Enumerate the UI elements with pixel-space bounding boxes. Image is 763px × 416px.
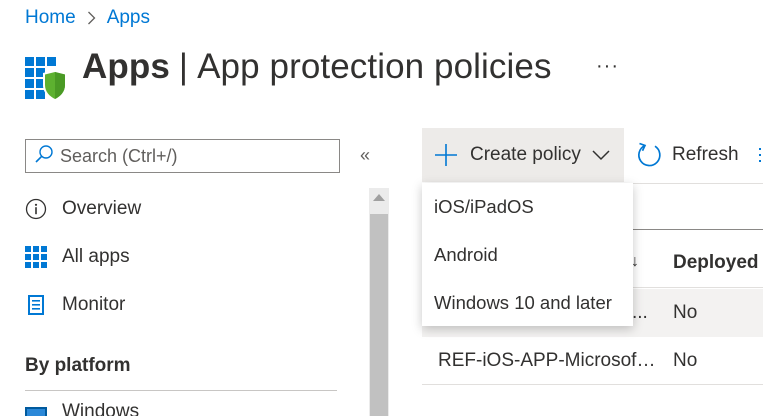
page-title-sub: App protection policies — [197, 47, 552, 86]
policy-name-cell[interactable]: REF-iOS-APP-Microsoft ... — [438, 350, 658, 372]
create-policy-menu: iOS/iPadOS Android Windows 10 and later — [422, 183, 633, 326]
create-policy-label: Create policy — [470, 144, 581, 165]
column-header-deployed[interactable]: Deployed — [673, 252, 759, 274]
sidebar-search[interactable] — [25, 139, 340, 173]
sidebar-item-label: Monitor — [62, 294, 126, 315]
page-title-strong: Apps — [82, 47, 170, 86]
sidebar-item-overview[interactable]: Overview — [25, 198, 141, 220]
sidebar-section-by-platform: By platform — [25, 355, 131, 376]
plus-icon — [434, 143, 458, 167]
create-policy-button[interactable]: Create policy — [422, 128, 624, 182]
toolbar-divider — [630, 183, 763, 184]
sidebar-scrollbar[interactable] — [369, 188, 389, 416]
grid-icon — [25, 246, 47, 268]
deployed-cell: No — [673, 302, 698, 323]
sidebar-item-all-apps[interactable]: All apps — [25, 246, 130, 268]
info-icon — [25, 198, 47, 220]
sidebar-item-label: Overview — [62, 198, 142, 219]
deployed-cell: No — [673, 350, 698, 371]
more-options-button[interactable]: ··· — [596, 55, 619, 78]
sidebar-divider — [25, 390, 337, 391]
menu-item-android[interactable]: Android — [422, 231, 633, 279]
sidebar-item-label: All apps — [62, 246, 130, 267]
apps-shield-icon — [25, 57, 69, 101]
filter-input[interactable] — [630, 205, 763, 230]
chevron-down-icon — [592, 149, 610, 161]
sidebar-item-monitor[interactable]: Monitor — [25, 294, 125, 316]
breadcrumb-home-link[interactable]: Home — [25, 7, 76, 29]
refresh-button[interactable]: Refresh — [634, 128, 739, 182]
policy-name-cell[interactable]: ... — [632, 302, 672, 324]
scroll-up-arrow-icon[interactable] — [373, 194, 385, 201]
windows-icon — [25, 401, 47, 416]
menu-item-ios-ipados[interactable]: iOS/iPadOS — [422, 183, 633, 231]
monitor-icon — [25, 294, 47, 316]
sidebar-item-windows[interactable]: Windows — [25, 401, 139, 416]
toolbar-overflow-icon[interactable] — [757, 145, 763, 165]
refresh-icon — [636, 142, 662, 168]
title-separator: | — [178, 47, 189, 86]
scrollbar-thumb[interactable] — [370, 214, 388, 416]
table-row[interactable]: REF-iOS-APP-Microsoft ... No — [422, 337, 763, 385]
refresh-label: Refresh — [672, 144, 739, 165]
search-icon — [34, 144, 54, 169]
sidebar-item-label: Windows — [62, 401, 140, 416]
chevron-right-icon — [87, 11, 96, 25]
breadcrumb-apps-link[interactable]: Apps — [107, 7, 150, 29]
breadcrumb: Home Apps — [25, 7, 150, 29]
search-input[interactable] — [60, 145, 330, 167]
menu-item-windows-10[interactable]: Windows 10 and later — [422, 279, 633, 327]
page-title: Apps | App protection policies — [82, 47, 552, 87]
collapse-sidebar-button[interactable]: « — [360, 145, 370, 166]
